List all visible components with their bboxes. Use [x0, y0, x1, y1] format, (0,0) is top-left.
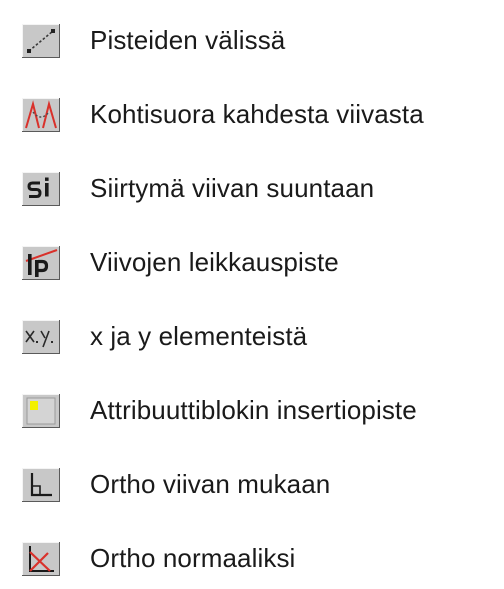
ortho-normal-icon [22, 542, 60, 576]
menu-item-ortho-along-line[interactable]: Ortho viivan mukaan [0, 455, 504, 515]
snap-options-menu: Pisteiden välissä Kohtisuora kahdesta vi… [0, 0, 504, 587]
menu-item-label: Pisteiden välissä [90, 24, 286, 55]
menu-item-perpendicular-two-lines[interactable]: Kohtisuora kahdesta viivasta [0, 85, 504, 145]
attribute-block-insertion-icon [22, 394, 60, 428]
menu-item-label: Viivojen leikkauspiste [90, 246, 339, 277]
menu-item-between-points[interactable]: Pisteiden välissä [0, 11, 504, 71]
line-between-points-icon [22, 24, 60, 58]
menu-item-attribute-block-insertion[interactable]: Attribuuttiblokin insertiopiste [0, 381, 504, 441]
xy-elements-icon [22, 320, 60, 354]
menu-item-xy-elements[interactable]: x ja y elementeistä [0, 307, 504, 367]
si-offset-icon [22, 172, 60, 206]
menu-item-label: Attribuuttiblokin insertiopiste [90, 394, 417, 425]
menu-item-label: Ortho normaaliksi [90, 542, 296, 573]
menu-item-line-intersection[interactable]: Viivojen leikkauspiste [0, 233, 504, 293]
menu-item-label: Siirtymä viivan suuntaan [90, 172, 375, 203]
lp-intersection-icon [22, 246, 60, 280]
menu-item-label: Ortho viivan mukaan [90, 468, 331, 499]
menu-item-offset-along-line[interactable]: Siirtymä viivan suuntaan [0, 159, 504, 219]
perpendicular-two-lines-icon [22, 98, 60, 132]
menu-item-label: x ja y elementeistä [90, 320, 308, 351]
menu-item-label: Kohtisuora kahdesta viivasta [90, 98, 424, 129]
ortho-line-icon [22, 468, 60, 502]
menu-item-ortho-normal[interactable]: Ortho normaaliksi [0, 529, 504, 589]
